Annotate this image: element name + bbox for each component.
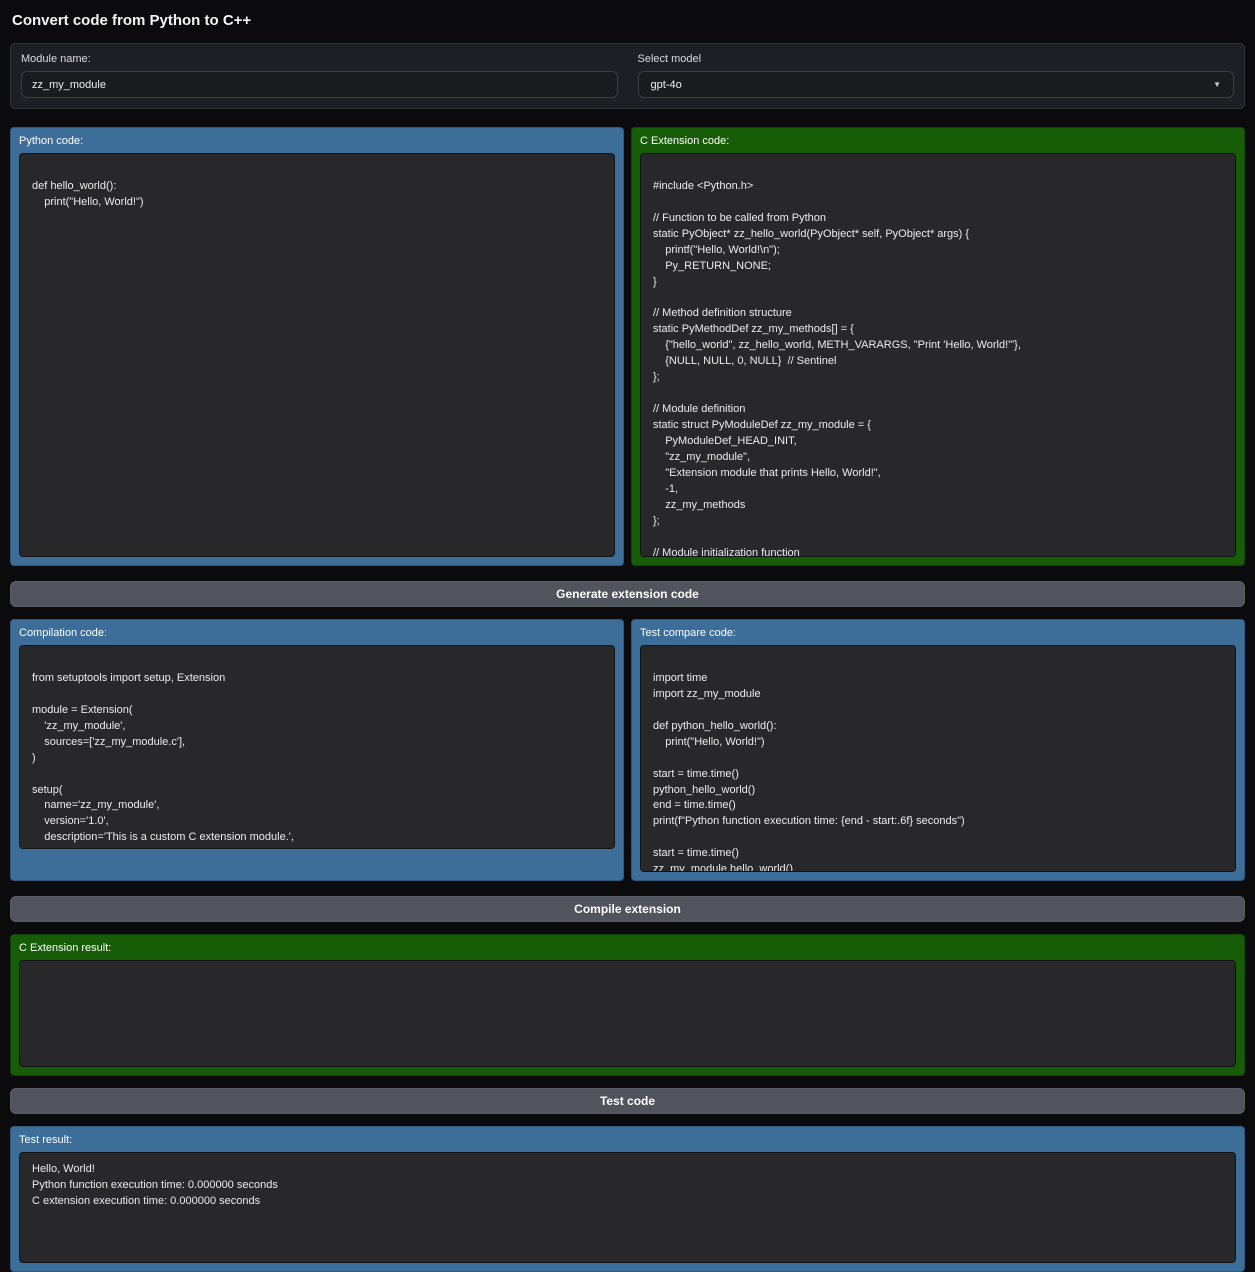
model-select[interactable]: gpt-4o ▼ — [638, 71, 1235, 98]
test-result-panel: Test result: Hello, World! Python functi… — [10, 1126, 1245, 1272]
test-compare-code-label: Test compare code: — [640, 627, 1236, 639]
model-select-value: gpt-4o — [651, 79, 682, 91]
c-extension-code-panel: C Extension code: #include <Python.h> //… — [631, 127, 1245, 566]
module-name-input[interactable] — [21, 71, 618, 98]
generate-extension-code-button[interactable]: Generate extension code — [10, 581, 1245, 607]
c-extension-result-textarea[interactable] — [19, 960, 1236, 1067]
test-compare-code-textarea[interactable]: import time import zz_my_module def pyth… — [640, 645, 1236, 872]
code-row-middle: Compilation code: from setuptools import… — [10, 619, 1245, 881]
c-extension-code-label: C Extension code: — [640, 135, 1236, 147]
app: Convert code from Python to C++ Module n… — [10, 12, 1245, 1272]
model-select-label: Select model — [638, 53, 1235, 65]
python-code-panel: Python code: def hello_world(): print("H… — [10, 127, 624, 566]
compilation-code-textarea[interactable]: from setuptools import setup, Extension … — [19, 645, 615, 849]
model-group: Select model gpt-4o ▼ — [638, 53, 1235, 98]
compilation-code-label: Compilation code: — [19, 627, 615, 639]
page-title: Convert code from Python to C++ — [12, 12, 1245, 29]
module-name-label: Module name: — [21, 53, 618, 65]
code-row-top: Python code: def hello_world(): print("H… — [10, 127, 1245, 566]
python-code-label: Python code: — [19, 135, 615, 147]
test-result-textarea[interactable]: Hello, World! Python function execution … — [19, 1152, 1236, 1263]
c-extension-result-label: C Extension result: — [19, 942, 1236, 954]
config-panel: Module name: Select model gpt-4o ▼ — [10, 43, 1245, 109]
compile-extension-button[interactable]: Compile extension — [10, 896, 1245, 922]
compilation-code-panel: Compilation code: from setuptools import… — [10, 619, 624, 881]
module-name-group: Module name: — [21, 53, 618, 98]
c-extension-code-textarea[interactable]: #include <Python.h> // Function to be ca… — [640, 153, 1236, 557]
test-code-button[interactable]: Test code — [10, 1088, 1245, 1114]
test-compare-code-panel: Test compare code: import time import zz… — [631, 619, 1245, 881]
c-extension-result-panel: C Extension result: — [10, 934, 1245, 1076]
test-result-label: Test result: — [19, 1134, 1236, 1146]
python-code-textarea[interactable]: def hello_world(): print("Hello, World!"… — [19, 153, 615, 557]
chevron-down-icon: ▼ — [1213, 80, 1221, 89]
